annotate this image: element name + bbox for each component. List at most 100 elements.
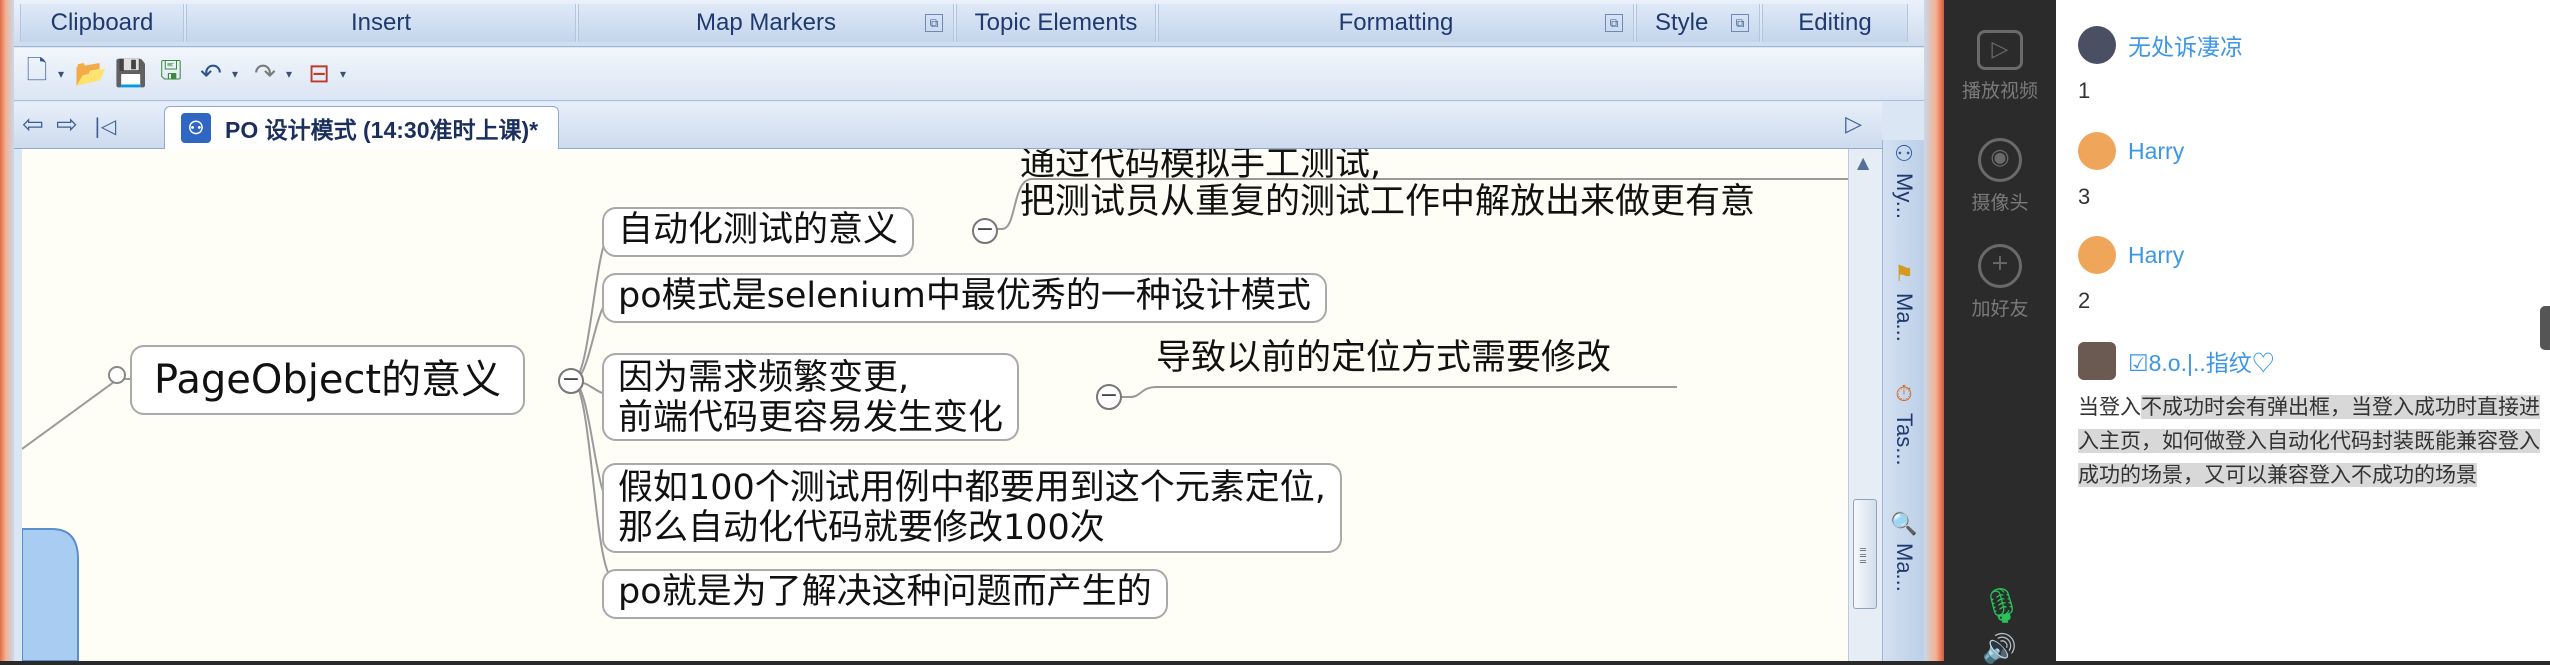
dialog-launcher-icon[interactable]: ⧉ bbox=[925, 14, 943, 32]
mindmap-document-icon: ⚇ bbox=[181, 113, 211, 143]
tab-title: PO 设计模式 (14:30准时上课)* bbox=[225, 117, 539, 143]
camera-button[interactable]: ◉ 摄像头 bbox=[1944, 138, 2056, 215]
chat-text-selected[interactable]: 不成功时会有弹出框，当登入成功时直接进入主页，如何做登入自动化代码封装既能兼容登… bbox=[2078, 395, 2540, 487]
chat-message: Harry 2 bbox=[2078, 236, 2184, 314]
topic-po-solution[interactable]: po就是为了解决这种问题而产生的 bbox=[602, 569, 1168, 619]
topic-label-line1: 假如100个测试用例中都要用到这个元素定位, bbox=[618, 468, 1326, 508]
subtopic-change-result[interactable]: 导致以前的定位方式需要修改 bbox=[1156, 337, 1611, 379]
ribbon-group-bar: Clipboard Insert Map Markers ⧉ Topic Elem… bbox=[14, 0, 1924, 47]
topic-po-pattern[interactable]: po模式是selenium中最优秀的一种设计模式 bbox=[602, 273, 1327, 323]
chat-username[interactable]: Harry bbox=[2128, 138, 2184, 165]
undo-icon[interactable]: ↶ bbox=[194, 57, 228, 91]
topic-label: po模式是selenium中最优秀的一种设计模式 bbox=[618, 276, 1311, 316]
microphone-icon[interactable]: 🎙 bbox=[1980, 586, 2023, 626]
dialog-launcher-icon[interactable]: ⧉ bbox=[1605, 14, 1623, 32]
subtopic-meaning-line1[interactable]: 通过代码模拟手工测试, bbox=[1020, 149, 1381, 185]
scrollbar-thumb[interactable]: ═ ═ ═ bbox=[1853, 499, 1877, 609]
new-document-icon[interactable]: 🗋 bbox=[20, 56, 54, 91]
central-topic-handle-icon[interactable] bbox=[108, 366, 126, 384]
chevron-down-icon[interactable]: ▾ bbox=[54, 67, 68, 81]
ribbon-group-clipboard[interactable]: Clipboard bbox=[20, 4, 184, 42]
canvas-vertical-scrollbar[interactable]: ▲ ═ ═ ═ bbox=[1848, 149, 1883, 661]
chat-message: ☑8.o.|..指纹♡ bbox=[2078, 342, 2275, 380]
ribbon-group-formatting[interactable]: Formatting ⧉ bbox=[1158, 4, 1634, 42]
chat-panel: 无处诉凄凉 1 Harry 3 Harry 2 ☑8.o.|..指纹♡ 当登入不… bbox=[2056, 0, 2550, 661]
save-icon[interactable]: 💾 bbox=[114, 57, 148, 91]
ribbon-group-label: Map Markers bbox=[695, 9, 837, 36]
document-tab-bar: ⇦ ⇨ |◁ ⚇ PO 设计模式 (14:30准时上课)* ▷ bbox=[14, 102, 1882, 149]
chat-text-plain: 当登入 bbox=[2078, 395, 2141, 419]
ribbon-group-map-markers[interactable]: Map Markers ⧉ bbox=[578, 4, 954, 42]
play-video-icon: ▷ bbox=[1977, 30, 2023, 70]
avatar[interactable] bbox=[2078, 342, 2116, 380]
topic-tool-icon[interactable]: ⊟ bbox=[302, 57, 336, 91]
mindmap-app-window: Clipboard Insert Map Markers ⧉ Topic Elem… bbox=[0, 0, 1944, 661]
tab-scroll-right-icon[interactable]: ▷ bbox=[1845, 112, 1862, 137]
add-friend-label: 加好友 bbox=[1971, 298, 2029, 320]
ribbon-group-label: Clipboard bbox=[50, 9, 154, 36]
nav-back-icon[interactable]: ⇦ bbox=[22, 110, 44, 140]
chat-message-text: 1 bbox=[2078, 78, 2091, 103]
collapse-icon[interactable]: − bbox=[972, 218, 998, 244]
mindmap-canvas[interactable]: PageObject的意义 − 自动化测试的意义 − 通过代码模拟手工测试, 把… bbox=[22, 149, 1848, 661]
ribbon-group-topic-elements[interactable]: Topic Elements bbox=[956, 4, 1156, 42]
ribbon-group-insert[interactable]: Insert bbox=[186, 4, 576, 42]
chevron-down-icon[interactable]: ▾ bbox=[282, 67, 296, 81]
tab-document[interactable]: ⚇ PO 设计模式 (14:30准时上课)* bbox=[164, 106, 560, 149]
map-search-icon: 🔍 bbox=[1890, 512, 1918, 537]
add-friend-button[interactable]: + 加好友 bbox=[1944, 244, 2056, 321]
live-toolbar: ▷ 播放视频 ◉ 摄像头 + 加好友 🎙 🔊 bbox=[1944, 0, 2056, 665]
avatar[interactable] bbox=[2078, 132, 2116, 170]
side-tab-task-info[interactable]: ⏱ Tas... bbox=[1887, 382, 1921, 466]
topic-requirement-change[interactable]: 因为需求频繁变更, 前端代码更容易发生变化 bbox=[602, 353, 1020, 441]
topic-automation-meaning[interactable]: 自动化测试的意义 bbox=[602, 207, 915, 257]
tab-scroll-left-icon[interactable]: |◁ bbox=[94, 114, 116, 138]
redo-icon[interactable]: ↷ bbox=[248, 57, 282, 91]
open-folder-icon[interactable]: 📂 bbox=[74, 57, 108, 91]
ribbon-group-label: Insert bbox=[350, 9, 412, 36]
avatar[interactable] bbox=[2078, 26, 2116, 64]
central-topic-label: PageObject的意义 bbox=[154, 357, 502, 403]
customize-toolbar-icon[interactable]: ▾ bbox=[336, 67, 350, 81]
subtopic-meaning-line2[interactable]: 把测试员从重复的测试工作中解放出来做更有意 bbox=[1020, 181, 1755, 223]
ribbon-group-label: Style bbox=[1655, 9, 1709, 36]
save-all-icon[interactable]: 🖫 bbox=[154, 56, 188, 91]
chat-message: 无处诉凄凉 1 bbox=[2078, 26, 2243, 104]
camera-label: 摄像头 bbox=[1971, 192, 2029, 214]
play-video-label: 播放视频 bbox=[1961, 80, 2038, 102]
chat-scrollbar[interactable] bbox=[2540, 306, 2550, 350]
ribbon-group-label: Formatting bbox=[1338, 9, 1454, 36]
play-video-button[interactable]: ▷ 播放视频 bbox=[1944, 30, 2056, 103]
side-tab-my-maps[interactable]: ⚇ My... bbox=[1887, 142, 1921, 219]
dialog-launcher-icon[interactable]: ⧉ bbox=[1731, 14, 1749, 32]
side-tab-map-search[interactable]: 🔍 Ma... bbox=[1887, 512, 1921, 592]
scroll-up-icon[interactable]: ▲ bbox=[1857, 153, 1869, 172]
chat-message-text: 2 bbox=[2078, 288, 2091, 313]
ribbon-group-label: Topic Elements bbox=[974, 9, 1138, 36]
topic-100-cases[interactable]: 假如100个测试用例中都要用到这个元素定位, 那么自动化代码就要修改100次 bbox=[602, 463, 1342, 553]
grip-icon: ═ ═ ═ bbox=[1860, 545, 1867, 568]
chat-username[interactable]: ☑8.o.|..指纹♡ bbox=[2128, 344, 2275, 378]
central-topic[interactable]: PageObject的意义 bbox=[130, 345, 526, 415]
avatar[interactable] bbox=[2078, 236, 2116, 274]
topic-label-line2: 那么自动化代码就要修改100次 bbox=[618, 508, 1105, 548]
collapse-icon[interactable]: − bbox=[1096, 384, 1122, 410]
ribbon-group-label: Editing bbox=[1798, 9, 1872, 36]
chat-username[interactable]: Harry bbox=[2128, 242, 2184, 269]
window-right-border bbox=[1924, 0, 1944, 661]
topic-label-line1: 因为需求频繁变更, bbox=[618, 358, 910, 398]
topic-label-line2: 前端代码更容易发生变化 bbox=[618, 398, 1004, 438]
chevron-down-icon[interactable]: ▾ bbox=[228, 67, 242, 81]
collapse-icon[interactable]: − bbox=[558, 368, 584, 394]
ribbon-group-editing[interactable]: Editing bbox=[1762, 4, 1908, 42]
task-icon: ⏱ bbox=[1895, 382, 1913, 407]
side-tab-markers[interactable]: ⚑ Ma... bbox=[1887, 262, 1921, 342]
nav-forward-icon[interactable]: ⇨ bbox=[56, 110, 78, 140]
chat-username[interactable]: 无处诉凄凉 bbox=[2128, 28, 2243, 62]
ribbon-group-style[interactable]: Style ⧉ bbox=[1636, 4, 1760, 42]
chat-message-text: 当登入不成功时会有弹出框，当登入成功时直接进入主页，如何做登入自动化代码封装既能… bbox=[2078, 390, 2548, 492]
side-tab-label: Ma... bbox=[1892, 543, 1917, 592]
speaker-icon[interactable]: 🔊 bbox=[1982, 632, 2017, 665]
camera-icon: ◉ bbox=[1978, 138, 2022, 182]
chat-message: Harry 3 bbox=[2078, 132, 2184, 210]
